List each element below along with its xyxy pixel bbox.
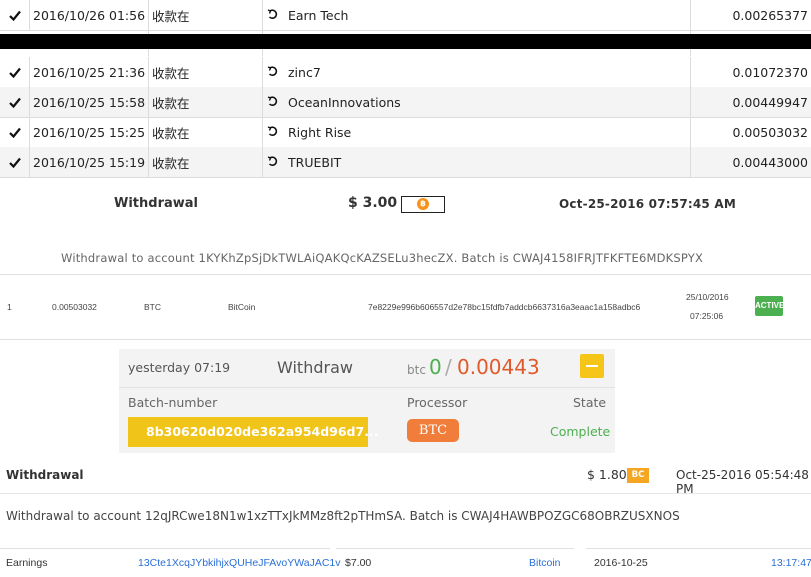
table-row[interactable]: 2016/10/25 21:36 收款在 zinc7 0.01072370 <box>0 57 811 88</box>
withdraw-card: yesterday 07:19 Withdraw btc 0 / 0.00443… <box>119 349 615 453</box>
withdrawal-date: Oct-25-2016 07:57:45 AM <box>559 197 736 211</box>
method-link[interactable]: Bitcoin <box>529 557 561 569</box>
return-arrow-icon <box>266 87 280 117</box>
processor-header: Processor <box>407 395 468 410</box>
checkmark-icon <box>3 147 27 177</box>
card-header: yesterday 07:19 Withdraw btc 0 / 0.00443 <box>119 349 615 388</box>
tx-hash: 7e8229e996b606557d2e78bc15fdfb7addcb6637… <box>368 302 641 312</box>
tx-name: TRUEBIT <box>288 154 342 170</box>
earnings-row: Earnings 13Cte1XcqJYbkihjxQUHeJFAvoYWaJA… <box>0 548 811 576</box>
coin-box: ฿ <box>401 196 445 213</box>
state-value: Complete <box>550 424 611 439</box>
tx-detail-row[interactable]: 1 0.00503032 BTC BitCoin 7e8229e996b6065… <box>0 274 811 340</box>
earnings-amount-cell: $7.00 Bitcoin <box>336 548 574 577</box>
tx-name: zinc7 <box>288 64 321 80</box>
batch-number[interactable]: 8b30620d020de362a954d96d7... <box>128 417 378 447</box>
tx-amount: 0.00503032 <box>732 124 808 140</box>
batch-header: Batch-number <box>128 395 218 410</box>
tx-type: 收款在 <box>152 8 190 24</box>
tx-date: 2016/10/25 21:36 <box>33 64 146 80</box>
processor-badge: BTC <box>407 419 459 442</box>
tx-date: 2016/10/25 15:19 <box>33 154 146 170</box>
tx-name: Earn Tech <box>288 7 349 23</box>
tx-time: 07:25:06 <box>690 311 724 321</box>
status-badge: ACTIVE <box>755 296 784 316</box>
bitcoin-icon: ฿ <box>417 198 429 210</box>
address-link[interactable]: 13Cte1XcqJYbkihjxQUHeJFAvoYWaJAC1v <box>138 557 341 569</box>
earnings-amount: $7.00 <box>345 557 372 569</box>
tx-date: 2016/10/25 15:25 <box>33 124 146 140</box>
withdraw-time: yesterday 07:19 <box>128 360 231 375</box>
tx-amount: 0.00503032 <box>52 302 97 312</box>
checkmark-icon <box>3 0 27 30</box>
withdrawal-info: Withdrawal to account 1KYKhZpSjDkTWLAiQA… <box>61 251 704 265</box>
withdraw-title: Withdraw <box>277 358 353 377</box>
withdrawal-info: Withdrawal to account 12qJRCwe18N1w1xzTT… <box>6 509 680 523</box>
earnings-date: 2016-10-25 <box>594 557 648 569</box>
return-arrow-icon <box>266 147 280 177</box>
return-arrow-icon <box>266 117 280 147</box>
tx-name: Right Rise <box>288 124 352 140</box>
tx-index: 1 <box>7 302 12 312</box>
withdraw-amount: 0.00443 <box>457 355 540 379</box>
tx-amount: 0.00443000 <box>732 154 808 170</box>
table-row[interactable]: 2016/10/26 01:56 收款在 Earn Tech 0.0026537… <box>0 0 811 31</box>
checkmark-icon <box>3 57 27 87</box>
earnings-label: Earnings <box>6 557 48 569</box>
tx-date: 25/10/2016 <box>686 292 729 302</box>
tx-type: 收款在 <box>152 95 190 111</box>
redaction-bar <box>0 34 811 49</box>
withdrawal-label: Withdrawal <box>114 196 198 211</box>
tx-date: 2016/10/25 15:58 <box>33 94 146 110</box>
return-arrow-icon <box>266 0 280 30</box>
divider <box>0 493 811 494</box>
tx-amount: 0.00449947 <box>732 94 808 110</box>
table-row[interactable]: 2016/10/25 15:25 收款在 Right Rise 0.005030… <box>0 117 811 148</box>
collapse-button[interactable] <box>580 354 604 378</box>
table-row[interactable]: 2016/10/25 15:58 收款在 OceanInnovations 0.… <box>0 87 811 118</box>
tx-amount: 0.00265377 <box>732 7 808 23</box>
earnings-time: 13:17:47 <box>771 557 811 569</box>
tx-processor: BitCoin <box>228 302 256 312</box>
withdrawal-title: Withdrawal <box>6 468 84 482</box>
slash: / <box>445 355 452 379</box>
checkmark-icon <box>3 87 27 117</box>
withdrawal-amount: $ 1.80 <box>587 467 627 482</box>
tx-currency: BTC <box>144 302 161 312</box>
tx-amount: 0.01072370 <box>732 64 808 80</box>
state-header: State <box>573 395 607 410</box>
tx-type: 收款在 <box>152 65 190 81</box>
return-arrow-icon <box>266 57 280 87</box>
zero-value: 0 <box>429 355 442 379</box>
tx-type: 收款在 <box>152 155 190 171</box>
checkmark-icon <box>3 117 27 147</box>
earnings-date-cell: 2016-10-25 13:17:47 <box>586 548 811 577</box>
earnings-address-cell: Earnings 13Cte1XcqJYbkihjxQUHeJFAvoYWaJA… <box>0 548 341 577</box>
withdrawal-date: Oct-25-2016 05:54:48 PM <box>676 468 809 496</box>
table-row[interactable]: 2016/10/25 15:19 收款在 TRUEBIT 0.00443000 <box>0 147 811 178</box>
unit-label: btc <box>407 363 426 377</box>
tx-date: 2016/10/26 01:56 <box>33 7 146 23</box>
bitcoin-badge: BC <box>627 468 649 483</box>
tx-type: 收款在 <box>152 125 190 141</box>
withdrawal-amount: $ 3.00 <box>348 195 398 211</box>
tx-name: OceanInnovations <box>288 94 401 110</box>
